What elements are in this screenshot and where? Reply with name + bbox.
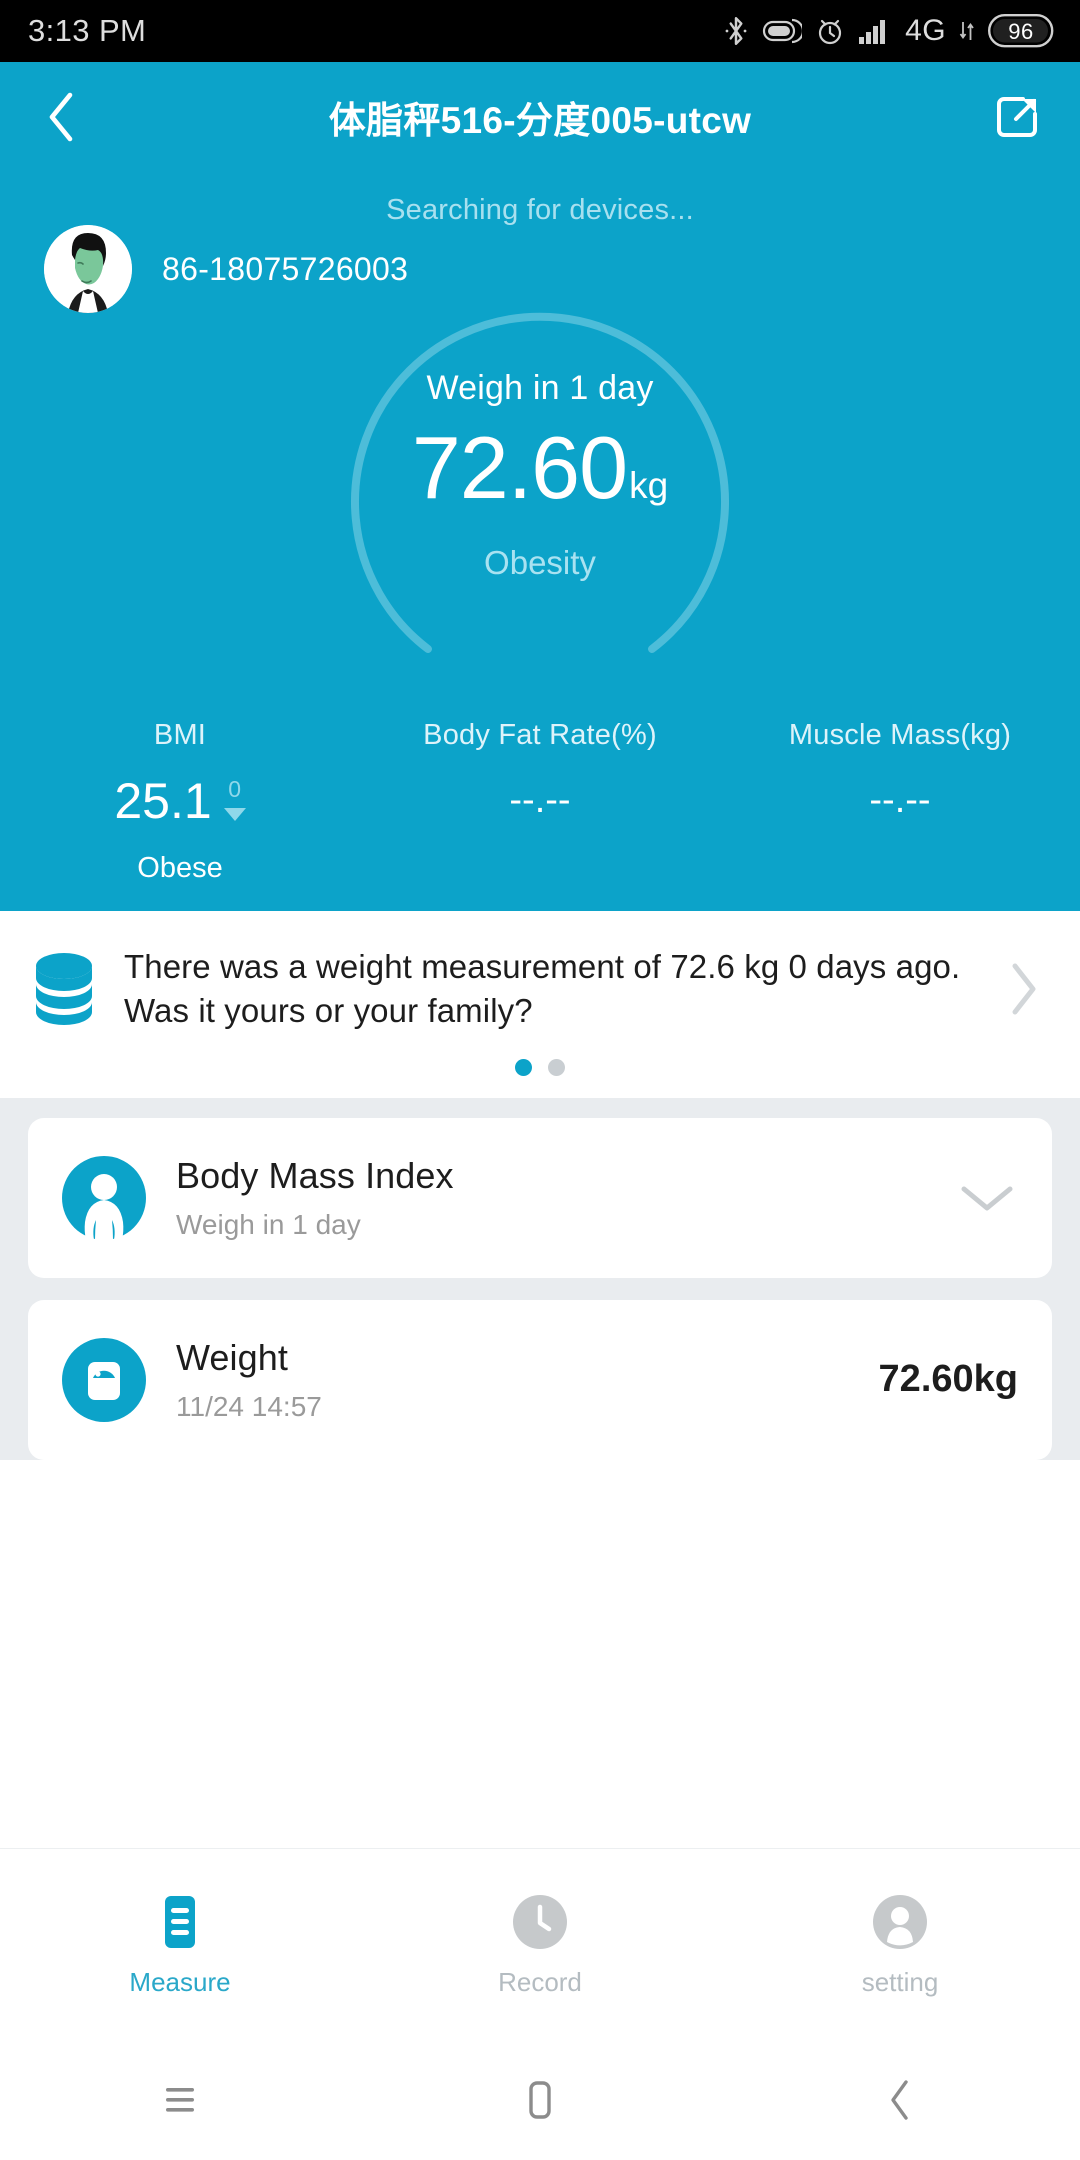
tab-label: Record [498,1967,582,1997]
recents-button[interactable] [0,2083,360,2117]
avatar[interactable] [44,225,132,313]
chevron-down-icon [961,1186,1013,1211]
user-row[interactable]: 86-18075726003 [0,221,1080,313]
status-bar: 3:13 PM 4G 96 [0,0,1080,62]
person-icon [869,1891,931,1953]
gauge-main-value: 72.60 kg [411,417,669,517]
tab-label: Measure [129,1967,231,1997]
alarm-icon [815,15,845,47]
notice-next-button[interactable] [994,960,1054,1018]
metric-value: --.-- [509,779,571,821]
page-title: 体脂秤516-分度005-utcw [328,100,752,141]
back-chevron-icon [891,2080,908,2120]
metric-bmi[interactable]: BMI 25.1 0 Obese [0,719,360,885]
system-back-button[interactable] [720,2078,1080,2122]
database-stack-icon [26,950,102,1028]
metric-label: BMI [153,719,207,751]
card-value: 72.60kg [878,1358,1018,1401]
gauge-readout: Weigh in 1 day 72.60 kg Obesity [412,369,668,582]
dnd-icon [762,16,803,46]
clock-icon [509,1891,571,1953]
triangle-down-icon [223,808,246,821]
metrics-row: BMI 25.1 0 Obese Body Fat Rate(%) --.-- [0,719,1080,885]
system-navigation-bar [0,2040,1080,2160]
card-title: Body Mass Index [176,1154,454,1196]
notice-message: There was a weight measurement of 72.6 k… [124,948,961,1029]
data-transfer-icon [959,19,975,43]
app-screen: 3:13 PM 4G 96 体脂秤516-分度005-utcw Searchin… [0,0,1080,2160]
bottom-tab-bar: Measure Record setting [0,1848,1080,2040]
battery-percent-label: 96 [1008,19,1034,44]
metric-label: Muscle Mass(kg) [788,719,1012,751]
tab-measure[interactable]: Measure [0,1891,360,1998]
list-document-icon [149,1891,211,1953]
notice-banner[interactable]: There was a weight measurement of 72.6 k… [0,911,1080,1098]
avatar-image [44,225,132,313]
carousel-dots[interactable] [26,1033,1054,1098]
share-button[interactable] [988,88,1046,146]
tab-label: setting [861,1967,939,1997]
share-icon [997,97,1037,137]
tab-record[interactable]: Record [360,1891,720,1998]
network-4g-label: 4G [905,14,946,47]
status-bar-clock: 3:13 PM [28,13,147,48]
metric-value: 25.1 [114,773,212,829]
weight-gauge: Weigh in 1 day 72.60 kg Obesity [290,247,790,697]
hero-section: 体脂秤516-分度005-utcw Searching for devices.… [0,62,1080,911]
metric-label: Body Fat Rate(%) [423,719,657,751]
menu-icon [166,2088,194,2112]
back-chevron-icon [49,92,73,142]
account-phone-number: 86-18075726003 [162,250,409,287]
card-subtitle: Weigh in 1 day [176,1208,361,1240]
gauge-state-label: Obesity [484,543,596,581]
measurement-list: Body Mass Index Weigh in 1 day Weight 11… [0,1097,1080,1460]
card-subtitle: 11/24 14:57 [176,1390,322,1422]
carousel-dot[interactable] [548,1058,565,1076]
metric-muscle-mass[interactable]: Muscle Mass(kg) --.-- [720,719,1080,885]
tab-setting[interactable]: setting [720,1891,1080,1998]
card-title: Weight [176,1336,288,1378]
gauge-weight-unit: kg [629,464,669,506]
expand-button[interactable] [956,1181,1018,1215]
app-bar: 体脂秤516-分度005-utcw [0,62,1080,172]
carousel-dot[interactable] [515,1058,532,1076]
metric-delta-value: 0 [228,776,242,802]
home-square-icon [529,2081,551,2119]
metric-body-fat-rate[interactable]: Body Fat Rate(%) --.-- [360,719,720,885]
battery-icon: 96 [988,14,1054,48]
bluetooth-icon [723,14,749,48]
gauge-subtitle: Weigh in 1 day [426,368,654,407]
chevron-right-icon [1012,963,1036,1015]
metric-value: --.-- [869,779,931,821]
weight-scale-icon [62,1337,146,1422]
home-button[interactable] [360,2079,720,2121]
back-button[interactable] [34,90,88,144]
gauge-weight-value: 72.60 [411,417,628,517]
body-silhouette-icon [62,1155,146,1240]
card-weight[interactable]: Weight 11/24 14:57 72.60kg [28,1299,1052,1460]
metric-state: Obese [137,852,223,884]
status-bar-icons: 4G 96 [723,14,1054,48]
card-body-mass-index[interactable]: Body Mass Index Weigh in 1 day [28,1117,1052,1278]
signal-icon [858,17,892,45]
metric-delta: 0 [223,776,246,821]
